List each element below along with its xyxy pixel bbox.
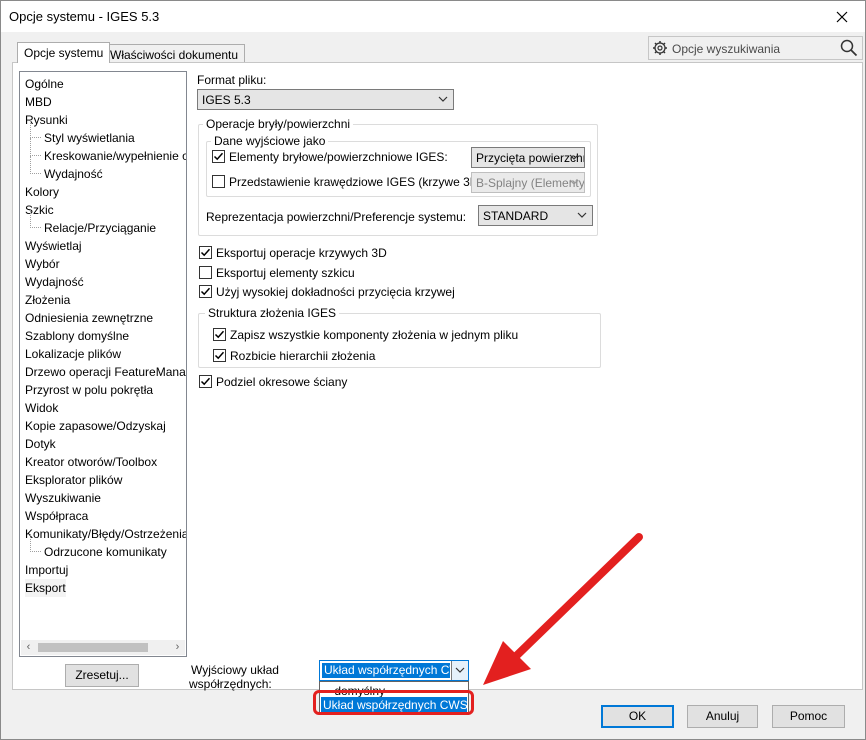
file-format-value: IGES 5.3 xyxy=(202,93,251,107)
flatten-hierarchy-checkbox[interactable] xyxy=(213,349,226,362)
window-title: Opcje systemu - IGES 5.3 xyxy=(9,9,160,24)
search-icon[interactable] xyxy=(840,39,858,57)
export-3d-curves-checkbox[interactable] xyxy=(199,246,212,259)
solid-surface-entities-label: Elementy bryłowe/powierzchniowe IGES: xyxy=(229,150,448,164)
tab-system-options[interactable]: Opcje systemu xyxy=(17,42,111,63)
save-all-components-checkbox[interactable] xyxy=(213,328,226,341)
tree-item[interactable]: Współpraca xyxy=(25,507,88,525)
options-dialog: Opcje systemu - IGES 5.3 Opcje systemu W… xyxy=(0,0,866,740)
split-periodic-faces-checkbox[interactable] xyxy=(199,375,212,388)
coord-system-label-line1: Wyjściowy układ xyxy=(191,663,279,677)
tree-item[interactable]: MBD xyxy=(25,93,52,111)
split-periodic-faces-label: Podziel okresowe ściany xyxy=(216,375,348,389)
title-bar: Opcje systemu - IGES 5.3 xyxy=(1,1,865,32)
checkmark-icon xyxy=(214,351,225,360)
tree-item[interactable]: Wydajność xyxy=(30,156,103,183)
tree-item[interactable]: Wydajność xyxy=(25,273,84,291)
tree-item[interactable]: Drzewo operacji FeatureManager xyxy=(25,363,186,381)
tree-item[interactable]: Dotyk xyxy=(25,435,56,453)
help-button[interactable]: Pomoc xyxy=(772,705,845,728)
tree-item[interactable]: Styl wyświetlania xyxy=(30,120,135,147)
cancel-button[interactable]: Anuluj xyxy=(687,705,758,728)
solid-surface-group-title: Operacje bryły/powierzchni xyxy=(203,117,354,131)
gear-icon xyxy=(653,41,667,55)
annotation-highlight-box xyxy=(313,690,474,715)
scroll-thumb[interactable] xyxy=(38,643,148,652)
tree-item[interactable]: Lokalizacje plików xyxy=(25,345,121,363)
wireframe-label: Przedstawienie krawędziowe IGES (krzywe … xyxy=(229,175,486,189)
checkmark-icon xyxy=(214,330,225,339)
tree-item[interactable]: Odniesienia zewnętrzne xyxy=(25,309,153,327)
tree-item[interactable]: Importuj xyxy=(25,561,68,579)
chevron-down-icon xyxy=(569,154,579,160)
tree-item[interactable]: Wyświetlaj xyxy=(25,237,82,255)
close-button[interactable] xyxy=(819,1,865,32)
surface-representation-select[interactable]: STANDARD xyxy=(478,205,593,226)
tree-item[interactable]: Kreskowanie/wypełnienie obszaru xyxy=(30,138,186,165)
tree-item[interactable]: Eksport xyxy=(25,579,66,597)
tree-item[interactable]: Eksplorator plików xyxy=(25,471,122,489)
tree-item[interactable]: Kolory xyxy=(25,183,59,201)
checkmark-icon xyxy=(200,377,211,386)
scroll-left-icon[interactable]: ‹ xyxy=(21,640,36,655)
tree-horizontal-scrollbar[interactable]: ‹ › xyxy=(21,640,185,655)
tab-document-properties-label: Właściwości dokumentu xyxy=(110,48,239,62)
tree-item[interactable]: Kreator otworów/Toolbox xyxy=(25,453,157,471)
close-icon xyxy=(836,11,848,22)
tree-item[interactable]: Przyrost w polu pokrętła xyxy=(25,381,153,399)
tree-item[interactable]: Wyszukiwanie xyxy=(25,489,101,507)
search-options-input[interactable]: Opcje wyszukiwania xyxy=(648,36,863,60)
flatten-hierarchy-label: Rozbicie hierarchii złożenia xyxy=(230,349,376,363)
search-placeholder: Opcje wyszukiwania xyxy=(672,42,781,56)
chevron-down-icon xyxy=(577,212,587,218)
chevron-down-icon xyxy=(455,667,465,673)
reset-button[interactable]: Zresetuj... xyxy=(65,664,139,687)
tree-item[interactable]: Wybór xyxy=(25,255,60,273)
checkmark-icon xyxy=(200,248,211,257)
output-as-group-title: Dane wyjściowe jako xyxy=(211,134,329,148)
tree-item[interactable]: Relacje/Przyciąganie xyxy=(29,210,156,237)
wireframe-select[interactable]: B-Splajny (Elementy 126) xyxy=(471,172,585,193)
export-sketch-entities-label: Eksportuj elementy szkicu xyxy=(216,266,355,280)
high-trim-curve-accuracy-checkbox[interactable] xyxy=(199,285,212,298)
ok-button[interactable]: OK xyxy=(601,705,674,728)
options-tree[interactable]: Ogólne MBD Rysunki Styl wyświetlania Kreskow… xyxy=(19,71,187,657)
assembly-structure-group-title: Struktura złożenia IGES xyxy=(205,306,340,320)
coord-system-select[interactable]: Układ współrzędnych CWS xyxy=(319,660,469,681)
coord-system-value: Układ współrzędnych CWS xyxy=(322,663,450,678)
file-format-select[interactable]: IGES 5.3 xyxy=(197,89,454,110)
tree-item[interactable]: Kopie zapasowe/Odzyskaj xyxy=(25,417,166,435)
chevron-down-icon xyxy=(569,179,579,185)
coord-system-label-line2: współrzędnych: xyxy=(189,677,272,691)
high-trim-curve-accuracy-label: Użyj wysokiej dokładności przycięcia krz… xyxy=(216,285,455,299)
tree-item[interactable]: Ogólne xyxy=(25,75,64,93)
tab-system-options-label: Opcje systemu xyxy=(24,46,104,60)
solid-surface-entities-select[interactable]: Przycięta powierzchnia xyxy=(471,147,585,168)
file-format-label: Format pliku: xyxy=(197,73,267,87)
tree-item[interactable]: Komunikaty/Błędy/Ostrzeżenia xyxy=(25,525,186,543)
tree-item[interactable]: Widok xyxy=(25,399,58,417)
scroll-right-icon[interactable]: › xyxy=(170,640,185,655)
annotation-arrow-icon xyxy=(483,533,643,685)
export-3d-curves-label: Eksportuj operacje krzywych 3D xyxy=(216,246,387,260)
tree-item[interactable]: Szablony domyślne xyxy=(25,327,129,345)
surface-representation-label: Reprezentacja powierzchni/Preferencje sy… xyxy=(206,210,467,224)
checkmark-icon xyxy=(200,287,211,296)
tree-item[interactable]: Złożenia xyxy=(25,291,70,309)
checkmark-icon xyxy=(213,152,224,161)
solid-surface-entities-checkbox[interactable] xyxy=(212,150,225,163)
chevron-down-icon xyxy=(438,96,448,102)
save-all-components-label: Zapisz wszystkie komponenty złożenia w j… xyxy=(230,328,519,342)
coord-system-dropdown-button[interactable] xyxy=(451,661,468,680)
tab-document-properties[interactable]: Właściwości dokumentu xyxy=(103,44,246,63)
surface-representation-value: STANDARD xyxy=(483,209,549,223)
wireframe-checkbox[interactable] xyxy=(212,175,225,188)
export-sketch-entities-checkbox[interactable] xyxy=(199,266,212,279)
tree-item[interactable]: Odrzucone komunikaty xyxy=(30,534,167,561)
